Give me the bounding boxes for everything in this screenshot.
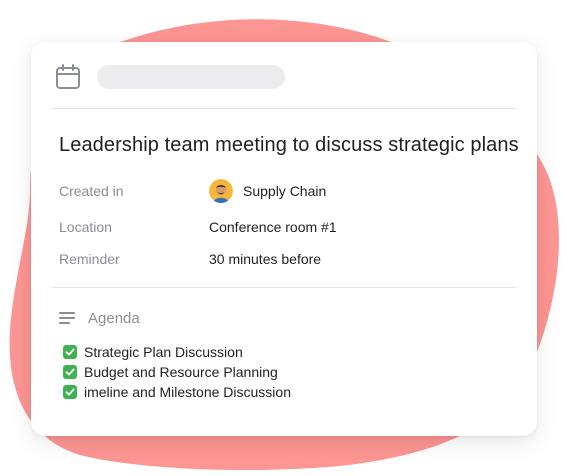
detail-row-location: Location Conference room #1 bbox=[59, 214, 513, 240]
stage: Leadership team meeting to discuss strat… bbox=[0, 0, 566, 476]
check-icon bbox=[63, 385, 77, 399]
lines-icon bbox=[59, 311, 77, 325]
agenda-item-text: Strategic Plan Discussion bbox=[84, 344, 243, 360]
title-placeholder bbox=[97, 65, 285, 89]
agenda-item: Strategic Plan Discussion bbox=[63, 342, 291, 362]
meeting-card: Leadership team meeting to discuss strat… bbox=[31, 42, 537, 436]
agenda-item-text: imeline and Milestone Discussion bbox=[84, 384, 291, 400]
agenda-title: Agenda bbox=[88, 309, 140, 327]
created-in-label: Created in bbox=[59, 183, 124, 199]
detail-row-created-in: Created in Supply Chain bbox=[59, 178, 513, 204]
detail-row-reminder: Reminder 30 minutes before bbox=[59, 246, 513, 272]
created-in-value: Supply Chain bbox=[243, 183, 327, 199]
agenda-item-text: Budget and Resource Planning bbox=[84, 364, 278, 380]
calendar-icon bbox=[55, 64, 81, 90]
reminder-label: Reminder bbox=[59, 251, 120, 267]
agenda-item: Budget and Resource Planning bbox=[63, 362, 291, 382]
agenda-divider bbox=[51, 287, 517, 288]
created-in-value-container[interactable]: Supply Chain bbox=[209, 179, 326, 203]
agenda-header: Agenda bbox=[59, 306, 140, 330]
location-label: Location bbox=[59, 219, 112, 235]
agenda-item: imeline and Milestone Discussion bbox=[63, 382, 291, 402]
check-icon bbox=[63, 365, 77, 379]
check-icon bbox=[63, 345, 77, 359]
header-divider bbox=[51, 108, 517, 109]
location-value: Conference room #1 bbox=[209, 219, 337, 235]
card-header bbox=[55, 60, 513, 94]
avatar bbox=[209, 179, 233, 203]
agenda-list: Strategic Plan Discussion Budget and Res… bbox=[63, 342, 291, 402]
reminder-value: 30 minutes before bbox=[209, 251, 322, 267]
meeting-title: Leadership team meeting to discuss strat… bbox=[59, 134, 519, 156]
